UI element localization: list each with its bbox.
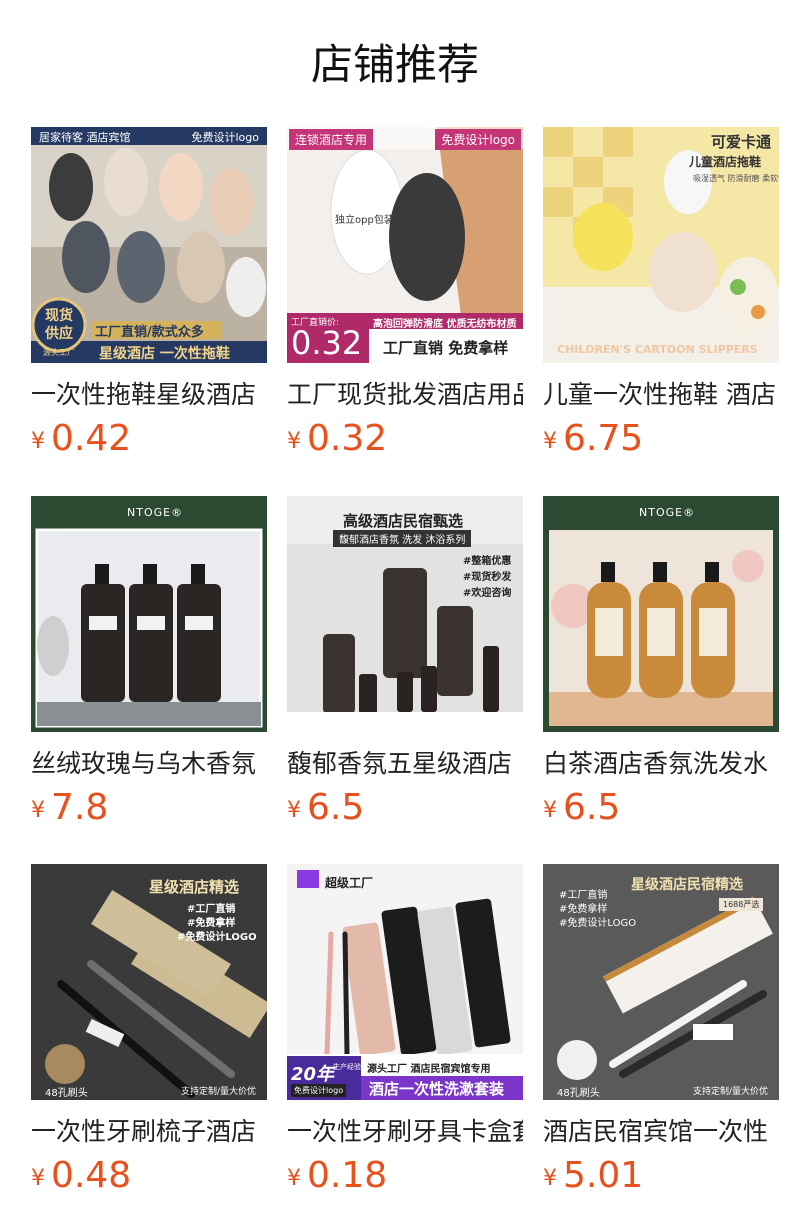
product-price: ¥5.01 xyxy=(543,1154,643,1198)
hashtag-3: #欢迎咨询 xyxy=(463,588,512,599)
currency-symbol: ¥ xyxy=(287,1166,301,1191)
years-label: 20年 xyxy=(291,1064,335,1085)
brand-label: NTOGE® xyxy=(639,506,696,519)
product-price: ¥6.5 xyxy=(543,786,620,830)
currency-symbol: ¥ xyxy=(31,429,45,454)
free-logo-tag: 免费设计logo xyxy=(291,1084,347,1097)
select-tag: 1688严选 xyxy=(719,898,764,911)
hashtag-1: #整箱优惠 xyxy=(463,556,512,567)
hashtag-1: #工厂直销 xyxy=(559,890,608,901)
currency-symbol: ¥ xyxy=(287,429,301,454)
hashtag-2: #现货秒发 xyxy=(463,572,512,583)
product-image[interactable]: 星级酒店精选 #工厂直销 #免费拿样 #免费设计LOGO 48孔刷头 支持定制/… xyxy=(31,864,267,1100)
price-value: 6.5 xyxy=(307,787,365,828)
overlay-sub: 儿童酒店拖鞋 xyxy=(689,155,762,169)
price-value: 0.42 xyxy=(51,418,132,459)
price-value: 7.8 xyxy=(51,787,109,828)
overlay-title: 高级酒店民宿甄选 xyxy=(343,512,464,530)
overlay-title: 可爱卡通 xyxy=(711,133,772,151)
price-value: 0.18 xyxy=(307,1155,388,1196)
hashtag-2: #免费拿样 xyxy=(559,904,608,915)
overlay-bottom: CHILDREN'S CARTOON SLIPPERS xyxy=(557,343,758,356)
product-name[interactable]: 馥郁香氛五星级酒店 xyxy=(287,747,523,781)
product-image[interactable]: 高级酒店民宿甄选 馥郁酒店香氛 洗发 沐浴系列 #整箱优惠 #现货秒发 #欢迎咨… xyxy=(287,496,523,732)
pack-label: 独立opp包装 xyxy=(335,215,394,226)
product-name[interactable]: 一次性牙刷梳子酒店 xyxy=(31,1115,267,1149)
product-name[interactable]: 工厂现货批发酒店用品 xyxy=(287,378,523,412)
tag-left: 居家待客 酒店宾馆 xyxy=(39,131,131,144)
product-image[interactable]: 可爱卡通 儿童酒店拖鞋 吸湿透气 防滑耐磨 柔软舒适 CHILDREN'S CA… xyxy=(543,127,779,363)
currency-symbol: ¥ xyxy=(543,429,557,454)
product-price: ¥6.5 xyxy=(287,786,364,830)
tag-left: 连锁酒店专用 xyxy=(289,129,374,150)
product-image[interactable]: 居家待客 酒店宾馆 免费设计logo 现货 供应 源头工厂 工厂直销/款式众多 … xyxy=(31,127,267,363)
tag-right: 免费设计logo xyxy=(435,129,521,150)
product-card[interactable]: 星级酒店精选 #工厂直销 #免费拿样 #免费设计LOGO 48孔刷头 支持定制/… xyxy=(31,864,267,1196)
hashtag-2: #免费拿样 xyxy=(187,918,236,929)
feature-line: 高泡回弹防滑底 优质无纺布材质 xyxy=(373,319,517,330)
price-value: 6.5 xyxy=(563,787,621,828)
price-value: 0.48 xyxy=(51,1155,132,1196)
product-image[interactable]: 星级酒店民宿精选 1688严选 #工厂直销 #免费拿样 #免费设计LOGO 48… xyxy=(543,864,779,1100)
product-price: ¥7.8 xyxy=(31,786,108,830)
bottom-right-note: 支持定制/量大价优 xyxy=(181,1087,257,1097)
hashtag-1: #工厂直销 xyxy=(187,904,236,915)
product-name[interactable]: 白茶酒店香氛洗发水 xyxy=(543,747,779,781)
product-card[interactable]: 连锁酒店专用 免费设计logo 独立opp包装 工厂直销价: 0.32 高泡回弹… xyxy=(287,127,523,459)
product-price: ¥0.42 xyxy=(31,417,131,461)
currency-symbol: ¥ xyxy=(543,798,557,823)
bottom-left-note: 48孔刷头 xyxy=(557,1088,600,1099)
product-name[interactable]: 一次性拖鞋星级酒店 xyxy=(31,378,267,412)
seal-text-1: 现货 xyxy=(45,308,73,324)
product-price: ¥6.75 xyxy=(543,417,643,461)
product-name[interactable]: 一次性牙刷牙具卡盒套 xyxy=(287,1115,523,1149)
product-name[interactable]: 酒店民宿宾馆一次性 xyxy=(543,1115,779,1149)
hashtag-3: #免费设计LOGO xyxy=(177,932,257,943)
overlay-sub: 馥郁酒店香氛 洗发 沐浴系列 xyxy=(333,530,472,547)
currency-symbol: ¥ xyxy=(287,798,301,823)
currency-symbol: ¥ xyxy=(31,1166,45,1191)
currency-symbol: ¥ xyxy=(543,1166,557,1191)
tag-right: 免费设计logo xyxy=(191,131,260,144)
product-image[interactable]: 连锁酒店专用 免费设计logo 独立opp包装 工厂直销价: 0.32 高泡回弹… xyxy=(287,127,523,363)
product-card[interactable]: 超级工厂 20年 生产经验 免费设计logo 源头工厂 酒店民宿宾馆专用 酒店一… xyxy=(287,864,523,1196)
overlay-line-1: 源头工厂 酒店民宿宾馆专用 xyxy=(367,1064,491,1075)
product-card[interactable]: 居家待客 酒店宾馆 免费设计logo 现货 供应 源头工厂 工厂直销/款式众多 … xyxy=(31,127,267,459)
product-name[interactable]: 儿童一次性拖鞋 酒店 xyxy=(543,378,779,412)
price-value: 5.01 xyxy=(563,1155,644,1196)
product-image[interactable]: NTOGE® xyxy=(31,496,267,732)
seal-text-2: 供应 xyxy=(45,326,73,342)
product-name[interactable]: 丝绒玫瑰与乌木香氛 xyxy=(31,747,267,781)
product-price: ¥0.32 xyxy=(287,417,387,461)
overlay-line: 工厂直销 免费拿样 xyxy=(383,339,509,357)
product-image[interactable]: 超级工厂 20年 生产经验 免费设计logo 源头工厂 酒店民宿宾馆专用 酒店一… xyxy=(287,864,523,1100)
page-title: 店铺推荐 xyxy=(310,40,479,89)
price-value: 6.75 xyxy=(563,418,644,459)
years-sub: 生产经验 xyxy=(333,1063,361,1071)
currency-symbol: ¥ xyxy=(31,798,45,823)
overlay-features: 吸湿透气 防滑耐磨 柔软舒适 xyxy=(693,174,779,183)
price-value: 0.32 xyxy=(307,418,388,459)
overlay-line-1: 工厂直销/款式众多 xyxy=(95,325,204,340)
product-price: ¥0.48 xyxy=(31,1154,131,1198)
super-factory-tag: 超级工厂 xyxy=(325,876,374,890)
product-card[interactable]: 可爱卡通 儿童酒店拖鞋 吸湿透气 防滑耐磨 柔软舒适 CHILDREN'S CA… xyxy=(543,127,779,459)
brand-label: NTOGE® xyxy=(127,506,184,519)
bottom-right-note: 支持定制/量大价优 xyxy=(693,1087,769,1097)
big-price: 0.32 xyxy=(291,324,363,362)
overlay-line-2: 星级酒店 一次性拖鞋 xyxy=(99,346,230,362)
product-card[interactable]: 高级酒店民宿甄选 馥郁酒店香氛 洗发 沐浴系列 #整箱优惠 #现货秒发 #欢迎咨… xyxy=(287,496,523,828)
overlay-line-2: 酒店一次性洗漱套装 xyxy=(369,1080,505,1098)
product-card[interactable]: NTOGE® 白茶酒店香氛洗发水 ¥6.5 xyxy=(543,496,779,828)
seal-text-3: 源头工厂 xyxy=(43,348,75,357)
hashtag-3: #免费设计LOGO xyxy=(559,918,637,929)
bottom-left-note: 48孔刷头 xyxy=(45,1088,88,1099)
product-card[interactable]: NTOGE® 丝绒玫瑰与乌木香氛 ¥7.8 xyxy=(31,496,267,828)
product-image[interactable]: NTOGE® xyxy=(543,496,779,732)
overlay-title: 星级酒店精选 xyxy=(149,878,240,896)
product-price: ¥0.18 xyxy=(287,1154,387,1198)
product-card[interactable]: 星级酒店民宿精选 1688严选 #工厂直销 #免费拿样 #免费设计LOGO 48… xyxy=(543,864,779,1196)
overlay-title: 星级酒店民宿精选 xyxy=(631,877,743,893)
